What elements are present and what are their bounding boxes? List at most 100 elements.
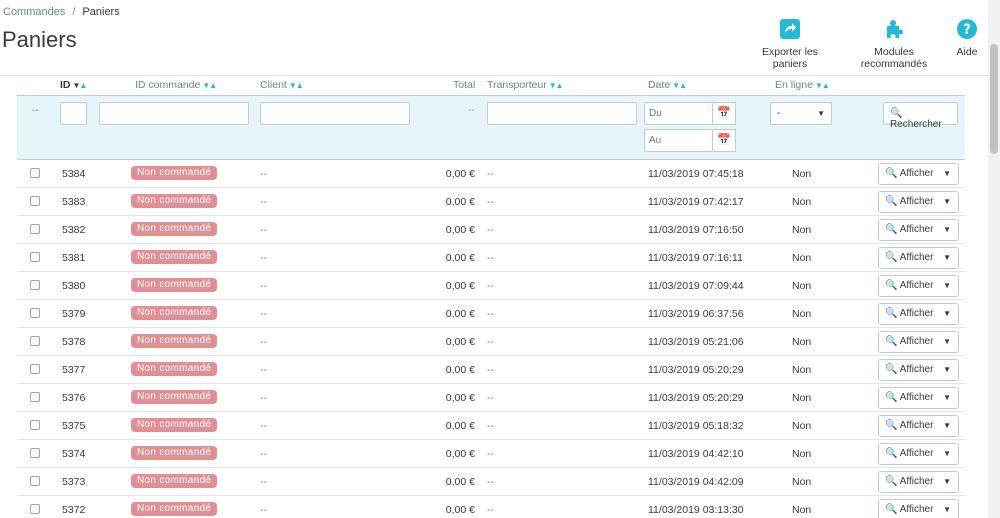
export-carts-button[interactable]: Exporter les paniers — [746, 18, 834, 70]
view-button[interactable]: 🔍 Afficher ▼ — [878, 303, 959, 325]
row-checkbox[interactable] — [30, 308, 40, 318]
row-checkbox[interactable] — [30, 280, 40, 290]
table-row[interactable]: 5375 Non commandé -- 0,00 € -- 11/03/2019 05:… — [17, 412, 965, 440]
chevron-down-icon[interactable]: ▼ — [943, 421, 951, 430]
table-row[interactable]: 5382 Non commandé -- 0,00 € -- 11/03/2019 07:… — [17, 216, 965, 244]
filter-row: -- -- 📅 📅 -▼ 🔍 Rechercher — [17, 95, 965, 160]
chevron-down-icon[interactable]: ▼ — [943, 449, 951, 458]
carrier-filter-input[interactable] — [487, 102, 637, 125]
table-row[interactable]: 5381 Non commandé -- 0,00 € -- 11/03/2019 07:… — [17, 244, 965, 272]
table-row[interactable]: 5373 Non commandé -- 0,00 € -- 11/03/2019 04:… — [17, 468, 965, 496]
search-icon: 🔍 — [885, 476, 898, 487]
chevron-down-icon[interactable]: ▼ — [943, 253, 951, 262]
table-row[interactable]: 5384 Non commandé -- 0,00 € -- 11/03/2019 07:… — [17, 160, 965, 188]
view-button[interactable]: 🔍 Afficher ▼ — [878, 247, 959, 269]
view-button[interactable]: 🔍 Afficher ▼ — [878, 443, 959, 465]
chevron-down-icon[interactable]: ▼ — [943, 169, 951, 178]
date-to-input[interactable] — [644, 129, 713, 152]
row-checkbox[interactable] — [30, 420, 40, 430]
breadcrumb-current: Paniers — [82, 6, 120, 18]
cart-total: 0,00 € — [445, 420, 475, 432]
view-button[interactable]: 🔍 Afficher ▼ — [878, 499, 959, 518]
chevron-down-icon[interactable]: ▼ — [943, 197, 951, 206]
cart-date: 11/03/2019 05:20:29 — [648, 392, 744, 404]
client-name: -- — [260, 364, 267, 376]
view-button[interactable]: 🔍 Afficher ▼ — [878, 219, 959, 241]
search-button[interactable]: 🔍 Rechercher — [883, 102, 958, 130]
view-button[interactable]: 🔍 Afficher ▼ — [878, 471, 959, 493]
sort-icon[interactable]: ▼▲ — [815, 81, 830, 90]
date-from-input[interactable] — [644, 102, 713, 125]
online-status: Non — [792, 364, 812, 376]
column-header-carrier[interactable]: Transporteur ▼▲ — [487, 76, 564, 95]
online-status: Non — [792, 420, 812, 432]
row-checkbox[interactable] — [30, 364, 40, 374]
view-button[interactable]: 🔍 Afficher ▼ — [878, 331, 959, 353]
sort-icon[interactable]: ▼▲ — [289, 81, 304, 90]
row-checkbox[interactable] — [30, 504, 40, 514]
breadcrumb-parent[interactable]: Commandes — [3, 6, 65, 18]
order-id-filter-input[interactable] — [99, 102, 249, 125]
view-button[interactable]: 🔍 Afficher ▼ — [878, 415, 959, 437]
search-icon: 🔍 — [885, 392, 898, 403]
column-header-client[interactable]: Client ▼▲ — [260, 76, 304, 95]
table-row[interactable]: 5379 Non commandé -- 0,00 € -- 11/03/2019 06:… — [17, 300, 965, 328]
carrier-name: -- — [487, 420, 494, 432]
status-badge: Non commandé — [131, 362, 218, 376]
cart-total: 0,00 € — [445, 392, 475, 404]
view-button[interactable]: 🔍 Afficher ▼ — [878, 191, 959, 213]
table-row[interactable]: 5376 Non commandé -- 0,00 € -- 11/03/2019 05:… — [17, 384, 965, 412]
sort-icon[interactable]: ▼▲ — [202, 81, 217, 90]
view-button[interactable]: 🔍 Afficher ▼ — [878, 275, 959, 297]
chevron-down-icon[interactable]: ▼ — [943, 477, 951, 486]
search-button-label: Rechercher — [890, 119, 942, 130]
help-button[interactable]: ? Aide — [952, 18, 982, 58]
chevron-down-icon[interactable]: ▼ — [943, 393, 951, 402]
row-checkbox[interactable] — [30, 476, 40, 486]
chevron-down-icon[interactable]: ▼ — [943, 225, 951, 234]
row-checkbox[interactable] — [30, 252, 40, 262]
view-button[interactable]: 🔍 Afficher ▼ — [878, 359, 959, 381]
table-row[interactable]: 5383 Non commandé -- 0,00 € -- 11/03/2019 07:… — [17, 188, 965, 216]
row-checkbox[interactable] — [30, 448, 40, 458]
row-checkbox[interactable] — [30, 168, 40, 178]
view-button-label: Afficher — [899, 224, 934, 235]
calendar-icon[interactable]: 📅 — [713, 102, 736, 125]
total-filter-placeholder: -- — [468, 105, 475, 116]
online-filter-select[interactable]: - ▼ — [770, 102, 832, 125]
row-checkbox[interactable] — [30, 196, 40, 206]
client-filter-input[interactable] — [260, 102, 410, 125]
table-row[interactable]: 5378 Non commandé -- 0,00 € -- 11/03/2019 05:… — [17, 328, 965, 356]
chevron-down-icon[interactable]: ▼ — [943, 309, 951, 318]
sort-icon[interactable]: ▼▲ — [549, 81, 564, 90]
view-button[interactable]: 🔍 Afficher ▼ — [878, 163, 959, 185]
table-row[interactable]: 5372 Non commandé -- 0,00 € -- 11/03/2019 03:… — [17, 496, 965, 518]
id-filter-input[interactable] — [60, 102, 87, 125]
cart-date: 11/03/2019 04:42:09 — [648, 476, 744, 488]
view-button-label: Afficher — [899, 504, 934, 515]
chevron-down-icon[interactable]: ▼ — [943, 365, 951, 374]
table-row[interactable]: 5380 Non commandé -- 0,00 € -- 11/03/2019 07:… — [17, 272, 965, 300]
column-header-id[interactable]: ID ▼▲ — [60, 76, 88, 95]
row-checkbox[interactable] — [30, 224, 40, 234]
recommended-modules-button[interactable]: Modules recommandés — [842, 18, 946, 70]
page-scrollbar[interactable] — [988, 0, 1000, 518]
table-row[interactable]: 5377 Non commandé -- 0,00 € -- 11/03/2019 05:… — [17, 356, 965, 384]
chevron-down-icon[interactable]: ▼ — [943, 281, 951, 290]
view-button[interactable]: 🔍 Afficher ▼ — [878, 387, 959, 409]
column-header-total: Total — [453, 79, 476, 91]
column-header-order-id[interactable]: ID commande ▼▲ — [135, 76, 217, 95]
row-checkbox[interactable] — [30, 336, 40, 346]
status-badge: Non commandé — [131, 390, 218, 404]
sort-icon[interactable]: ▼▲ — [672, 81, 687, 90]
column-header-date[interactable]: Date ▼▲ — [648, 76, 687, 95]
table-row[interactable]: 5374 Non commandé -- 0,00 € -- 11/03/2019 04:… — [17, 440, 965, 468]
chevron-down-icon[interactable]: ▼ — [943, 505, 951, 514]
sort-icon[interactable]: ▼▲ — [73, 81, 88, 90]
chevron-down-icon[interactable]: ▼ — [943, 337, 951, 346]
row-checkbox[interactable] — [30, 392, 40, 402]
calendar-icon[interactable]: 📅 — [713, 129, 736, 152]
scrollbar-thumb[interactable] — [990, 44, 998, 154]
page-header: Commandes / Paniers Paniers Exporter les p… — [0, 0, 988, 76]
column-header-online[interactable]: En ligne ▼▲ — [775, 76, 830, 95]
